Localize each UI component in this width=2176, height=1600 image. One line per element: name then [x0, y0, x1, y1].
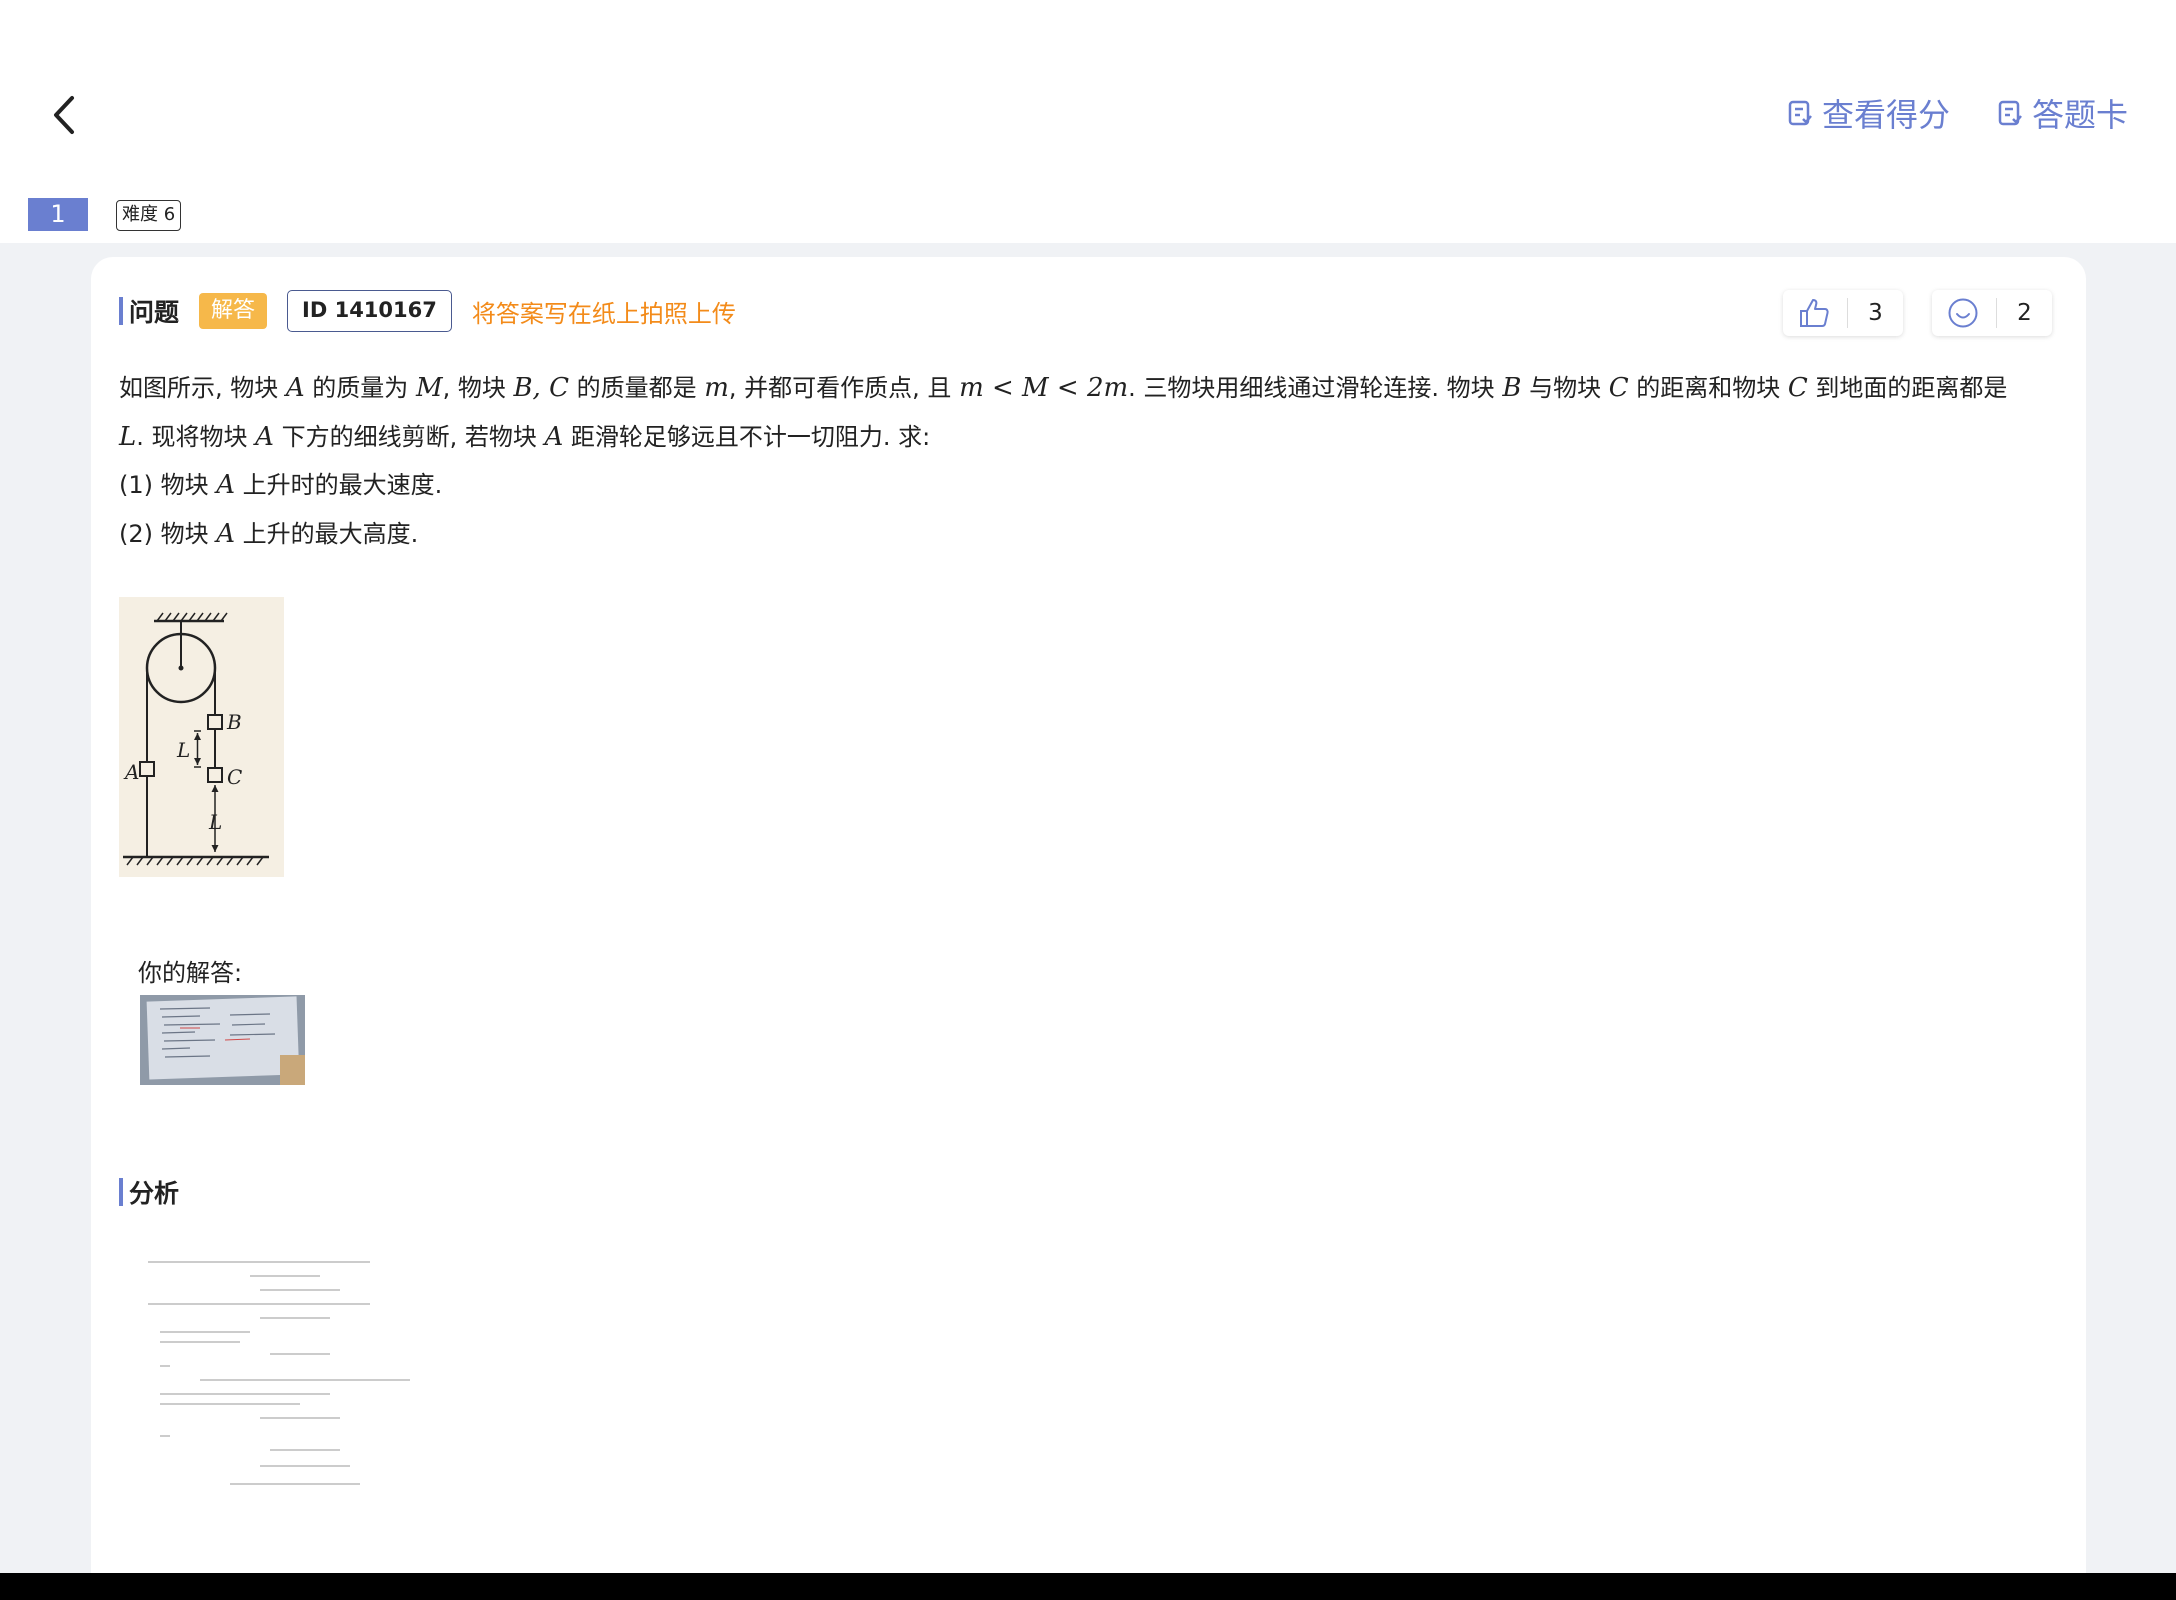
label-L-ground: L: [208, 810, 222, 834]
section-title-text: 分析: [129, 1179, 180, 1208]
top-bar: 查看得分 答题卡 1 难度 6: [0, 0, 2176, 240]
label-C: C: [227, 765, 242, 789]
your-answer-label: 你的解答:: [138, 959, 243, 987]
math-symbol: A: [216, 470, 236, 500]
text-segment: . 现将物块: [136, 422, 256, 451]
label-L-bc: L: [176, 738, 190, 762]
text-segment: 上升时的最大速度.: [235, 471, 443, 499]
comment-button[interactable]: 2: [1932, 290, 2052, 336]
answer-sheet-label: 答题卡: [2031, 96, 2128, 134]
text-segment: (1) 物块: [119, 471, 217, 499]
math-symbol: B: [1502, 373, 1522, 403]
section-accent-bar: [119, 297, 123, 325]
text-segment: 的距离和物块: [1628, 374, 1788, 402]
math-symbol: C: [1608, 373, 1629, 403]
text-segment: , 并都可看作质点, 且: [728, 374, 960, 402]
analysis-section-title: 分析: [119, 1174, 179, 1210]
text-segment: 距滑轮足够远且不计一切阻力. 求:: [563, 422, 931, 451]
math-symbol: m: [704, 373, 729, 403]
pulley-diagram: A B C L L: [119, 597, 284, 877]
text-segment: , 物块: [442, 374, 514, 402]
thumbs-up-icon: [1800, 299, 1829, 327]
text-segment: (2) 物块: [119, 519, 217, 548]
like-button[interactable]: 3: [1783, 290, 1903, 336]
question-line-1: 如图所示, 物块 A 的质量为 M, 物块 B, C 的质量都是 m, 并都可看…: [119, 364, 2039, 413]
text-segment: . 三物块用细线通过滑轮连接. 物块: [1128, 374, 1503, 402]
text-segment: 到地面的距离都是: [1807, 374, 2008, 402]
math-symbol: A: [285, 373, 305, 403]
question-header: 问题 解答 ID 1410167 将答案写在纸上拍照上传: [119, 290, 736, 332]
view-score-label: 查看得分: [1821, 96, 1950, 134]
question-line-2: L. 现将物块 A 下方的细线剪断, 若物块 A 距滑轮足够远且不计一切阻力. …: [119, 413, 2039, 462]
math-symbol: L: [119, 421, 137, 452]
back-button[interactable]: [46, 92, 86, 138]
document-icon: [1788, 100, 1812, 126]
pulley-diagram-svg: A B C L L: [123, 612, 269, 866]
text-segment: 的质量为: [304, 374, 416, 402]
comment-count: 2: [2017, 300, 2032, 326]
bottom-system-bar: [0, 1573, 2176, 1600]
text-segment: 下方的细线剪断, 若物块: [273, 422, 545, 451]
chevron-left-icon: [54, 96, 74, 134]
answer-photo-image: [140, 995, 305, 1085]
math-symbol: M: [415, 373, 443, 403]
math-inequality: m < M < 2m: [959, 373, 1129, 403]
math-symbol: C: [1787, 373, 1808, 403]
math-symbol: A: [255, 421, 274, 452]
analysis-solution-image[interactable]: [140, 1250, 420, 1540]
section-accent-bar: [119, 1178, 123, 1206]
question-type-tag: 解答: [199, 293, 268, 329]
question-text: 如图所示, 物块 A 的质量为 M, 物块 B, C 的质量都是 m, 并都可看…: [119, 364, 2039, 558]
math-symbol: A: [544, 421, 564, 452]
upload-hint-link[interactable]: 将答案写在纸上拍照上传: [472, 294, 736, 329]
text-segment: 上升的最大高度.: [235, 519, 419, 548]
answer-photo-thumbnail[interactable]: [140, 995, 305, 1085]
math-symbol: A: [216, 518, 236, 549]
answer-sheet-button[interactable]: 答题卡: [1996, 90, 2128, 136]
top-actions: 查看得分 答题卡: [1786, 90, 2128, 136]
question-section-title: 问题: [119, 293, 179, 329]
text-segment: 的质量都是: [568, 374, 705, 402]
document-icon: [1998, 100, 2022, 126]
analysis-solution-svg: [148, 1261, 410, 1485]
section-title-text: 问题: [129, 298, 180, 327]
difficulty-badge: 难度 6: [116, 200, 182, 231]
label-A: A: [123, 760, 139, 784]
question-part-1: (1) 物块 A 上升时的最大速度.: [119, 461, 2039, 510]
smiley-icon: [1948, 298, 1978, 328]
question-number-tab[interactable]: 1: [28, 198, 88, 231]
question-id-tag: ID 1410167: [287, 290, 452, 332]
label-B: B: [226, 710, 242, 734]
text-segment: 与物块: [1521, 374, 1609, 402]
question-part-2: (2) 物块 A 上升的最大高度.: [119, 510, 2039, 559]
view-score-button[interactable]: 查看得分: [1786, 90, 1950, 136]
math-symbol: B, C: [513, 373, 569, 403]
like-count: 3: [1868, 300, 1883, 326]
text-segment: 如图所示, 物块: [119, 374, 286, 402]
